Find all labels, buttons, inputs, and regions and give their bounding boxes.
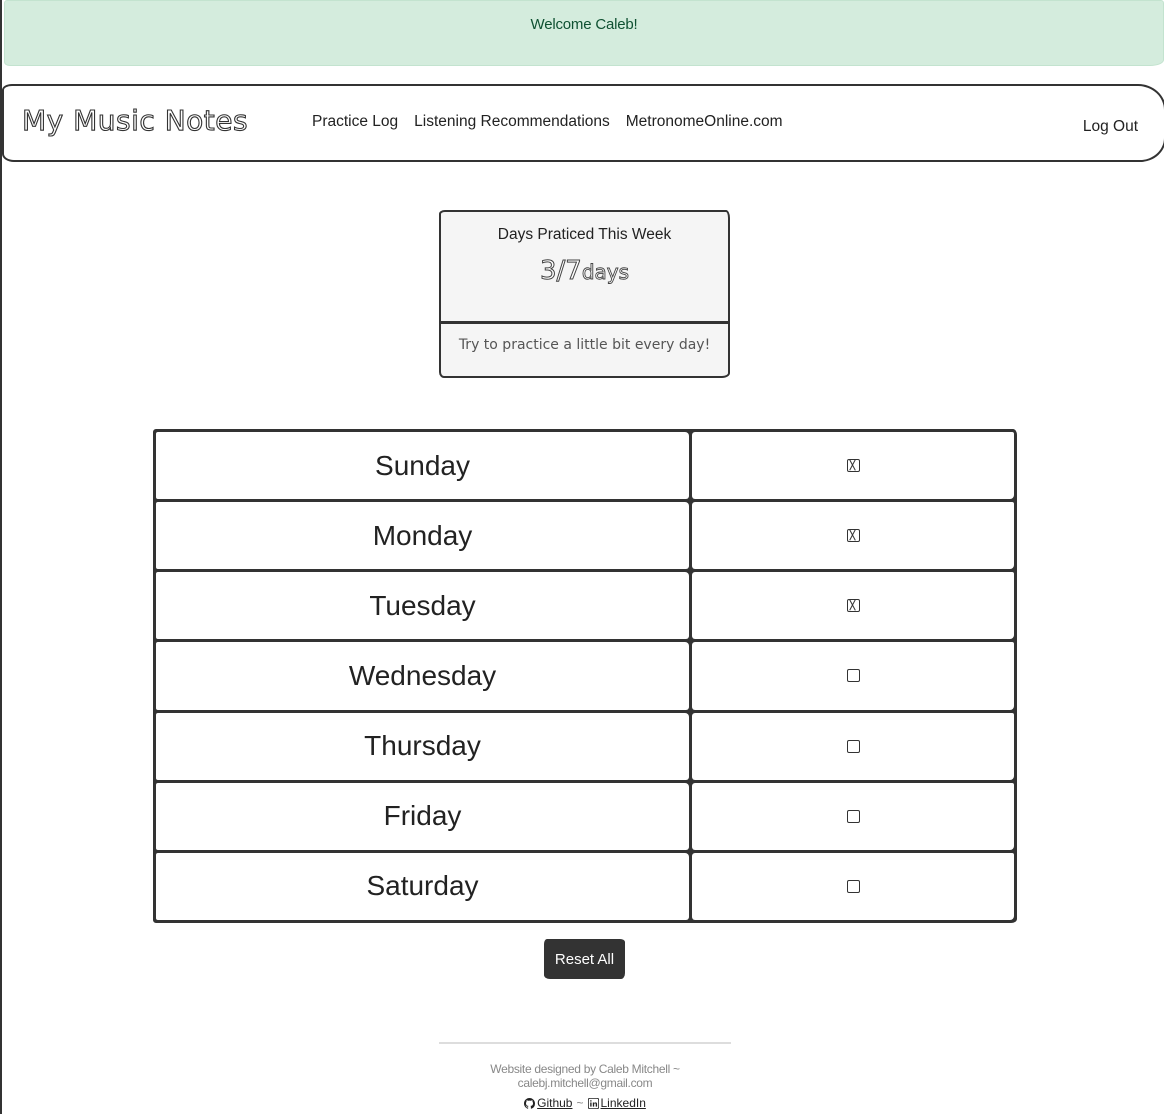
day-check-cell [692,432,1014,500]
checkbox-monday[interactable] [846,529,860,543]
day-label-tuesday: Tuesday [156,572,689,640]
welcome-alert: Welcome Caleb! [4,0,1164,66]
day-label-thursday: Thursday [156,712,689,780]
day-label-sunday: Sunday [156,432,689,500]
day-check-cell [692,572,1014,640]
page: Welcome Caleb! My Music Notes Practice L… [0,0,1164,1114]
day-check-cell [692,782,1014,850]
day-check-cell [692,712,1014,780]
checkbox-friday[interactable] [846,809,860,823]
card-message: Try to practice a little bit every day! [458,337,711,353]
day-check-cell [692,502,1014,570]
github-label: Github [537,1096,573,1110]
reset-all-button[interactable]: Reset All [544,939,625,979]
checkbox-tuesday[interactable] [846,599,860,613]
logout-link[interactable]: Log Out [1083,118,1138,136]
github-link[interactable]: Github [524,1096,572,1110]
day-label-saturday: Saturday [156,852,689,920]
checkbox-thursday[interactable] [846,739,860,753]
days-table: Sunday Monday Tuesday Wednesday Thursday… [153,429,1017,923]
navbar: My Music Notes Practice Log Listening Re… [2,84,1164,162]
checkbox-wednesday[interactable] [846,669,860,683]
days-practiced-value: 3/7days [441,256,728,287]
day-label-friday: Friday [156,782,689,850]
nav-links: Practice Log Listening Recommendations M… [310,113,791,131]
days-count: 3/7 [539,256,582,287]
day-label-monday: Monday [156,502,689,570]
days-unit: days [581,260,630,285]
checkbox-saturday[interactable] [846,879,860,893]
day-check-cell [692,852,1014,920]
practice-summary-card: Days Praticed This Week 3/7days Try to p… [439,210,730,378]
nav-link-metronome[interactable]: MetronomeOnline.com [618,113,791,131]
checkbox-sunday[interactable] [846,459,860,473]
card-header: Days Praticed This Week 3/7days [441,212,728,324]
day-label-wednesday: Wednesday [156,642,689,710]
linkedin-link[interactable]: LinkedIn [587,1096,646,1110]
welcome-text: Welcome Caleb! [530,16,638,33]
brand-logo[interactable]: My Music Notes [21,103,248,137]
linkedin-label: LinkedIn [600,1096,646,1110]
linkedin-icon [587,1097,599,1109]
card-title: Days Praticed This Week [497,226,672,243]
github-icon [524,1097,536,1109]
nav-link-listening-recommendations[interactable]: Listening Recommendations [406,113,618,131]
day-check-cell [692,642,1014,710]
footer-credit: Website designed by Caleb Mitchell ~ cal… [490,1062,680,1090]
footer-links: Github ~ LinkedIn [439,1096,731,1110]
nav-link-practice-log[interactable]: Practice Log [310,113,406,131]
footer-separator: ~ [576,1096,584,1110]
footer: Website designed by Caleb Mitchell ~ cal… [439,1042,731,1110]
